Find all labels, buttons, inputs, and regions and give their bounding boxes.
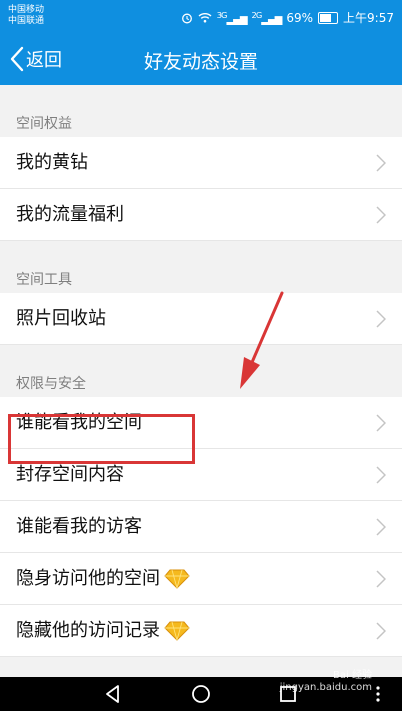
menu-item-label: 照片回收站 [16,308,106,329]
chevron-right-icon [376,622,386,640]
back-label: 返回 [26,50,62,71]
menu-item-label-wrap: 隐藏他的访问记录 [16,620,190,642]
status-icons: 3G▂▄▆ 2G▂▄▆ 69% 上午9:57 [181,9,394,26]
status-bar: 中国移动 中国联通 3G▂▄▆ 2G▂▄▆ 69% 上午9:57 [0,0,402,34]
chevron-right-icon [376,466,386,484]
wifi-icon [198,13,212,23]
menu-item-label: 隐藏他的访问记录 [16,620,160,641]
carrier-info: 中国移动 中国联通 [8,5,44,27]
battery-percent: 69% [286,10,314,25]
menu-item-photo-recycle-bin[interactable]: 照片回收站 [0,293,402,345]
back-button[interactable]: 返回 [10,46,62,72]
chevron-right-icon [376,414,386,432]
chevron-right-icon [376,518,386,536]
title-bar: 返回 好友动态设置 [0,34,402,85]
chevron-right-icon [376,206,386,224]
clock: 上午9:57 [343,11,394,25]
menu-item-label: 谁能看我的空间 [16,412,142,433]
carrier-2: 中国联通 [8,16,45,26]
chevron-left-icon [10,46,24,72]
watermark-line-2: jingyan.baidu.com [279,682,372,693]
menu-item-label: 谁能看我的访客 [16,516,142,537]
menu-item-my-data-benefits[interactable]: 我的流量福利 [0,189,402,241]
carrier-1: 中国移动 [8,5,45,15]
menu-item-hide-visit-records[interactable]: 隐藏他的访问记录 [0,605,402,657]
alarm-icon [181,13,192,23]
menu-item-who-can-see-my-visitors[interactable]: 谁能看我的访客 [0,501,402,553]
watermark-line-1: Bai 经验 [333,670,372,681]
menu-item-label: 我的黄钻 [16,152,88,173]
network-type-1: 3G [216,9,228,20]
settings-list: 空间权益 我的黄钻 我的流量福利 空间工具 照片回收站 权限与安全 谁能看我的空… [0,85,402,677]
menu-item-who-can-see-my-space[interactable]: 谁能看我的空间 [0,397,402,449]
section-header-permissions-security: 权限与安全 [16,376,86,392]
chevron-right-icon [376,310,386,328]
signal-2g-icon: 2G▂▄▆ [251,9,283,26]
menu-item-my-yellow-diamond[interactable]: 我的黄钻 [0,137,402,189]
chevron-right-icon [376,154,386,172]
menu-item-label: 我的流量福利 [16,204,124,225]
menu-item-label: 封存空间内容 [16,464,124,485]
network-type-2: 2G [251,9,263,20]
menu-item-label-wrap: 隐身访问他的空间 [16,568,190,590]
battery-icon [318,11,339,24]
watermark: Bai 经验 jingyan.baidu.com [280,670,372,694]
chevron-right-icon [376,570,386,588]
home-circle-icon[interactable] [189,682,213,706]
diamond-icon [164,621,190,641]
diamond-icon [164,569,190,589]
menu-item-archive-space-content[interactable]: 封存空间内容 [0,449,402,501]
menu-item-label: 隐身访问他的空间 [16,568,160,589]
signal-3g-icon: 3G▂▄▆ [216,9,248,26]
menu-item-stealth-visit[interactable]: 隐身访问他的空间 [0,553,402,605]
section-header-space-benefits: 空间权益 [16,116,72,132]
back-triangle-icon[interactable] [101,682,125,706]
section-header-space-tools: 空间工具 [16,272,72,288]
